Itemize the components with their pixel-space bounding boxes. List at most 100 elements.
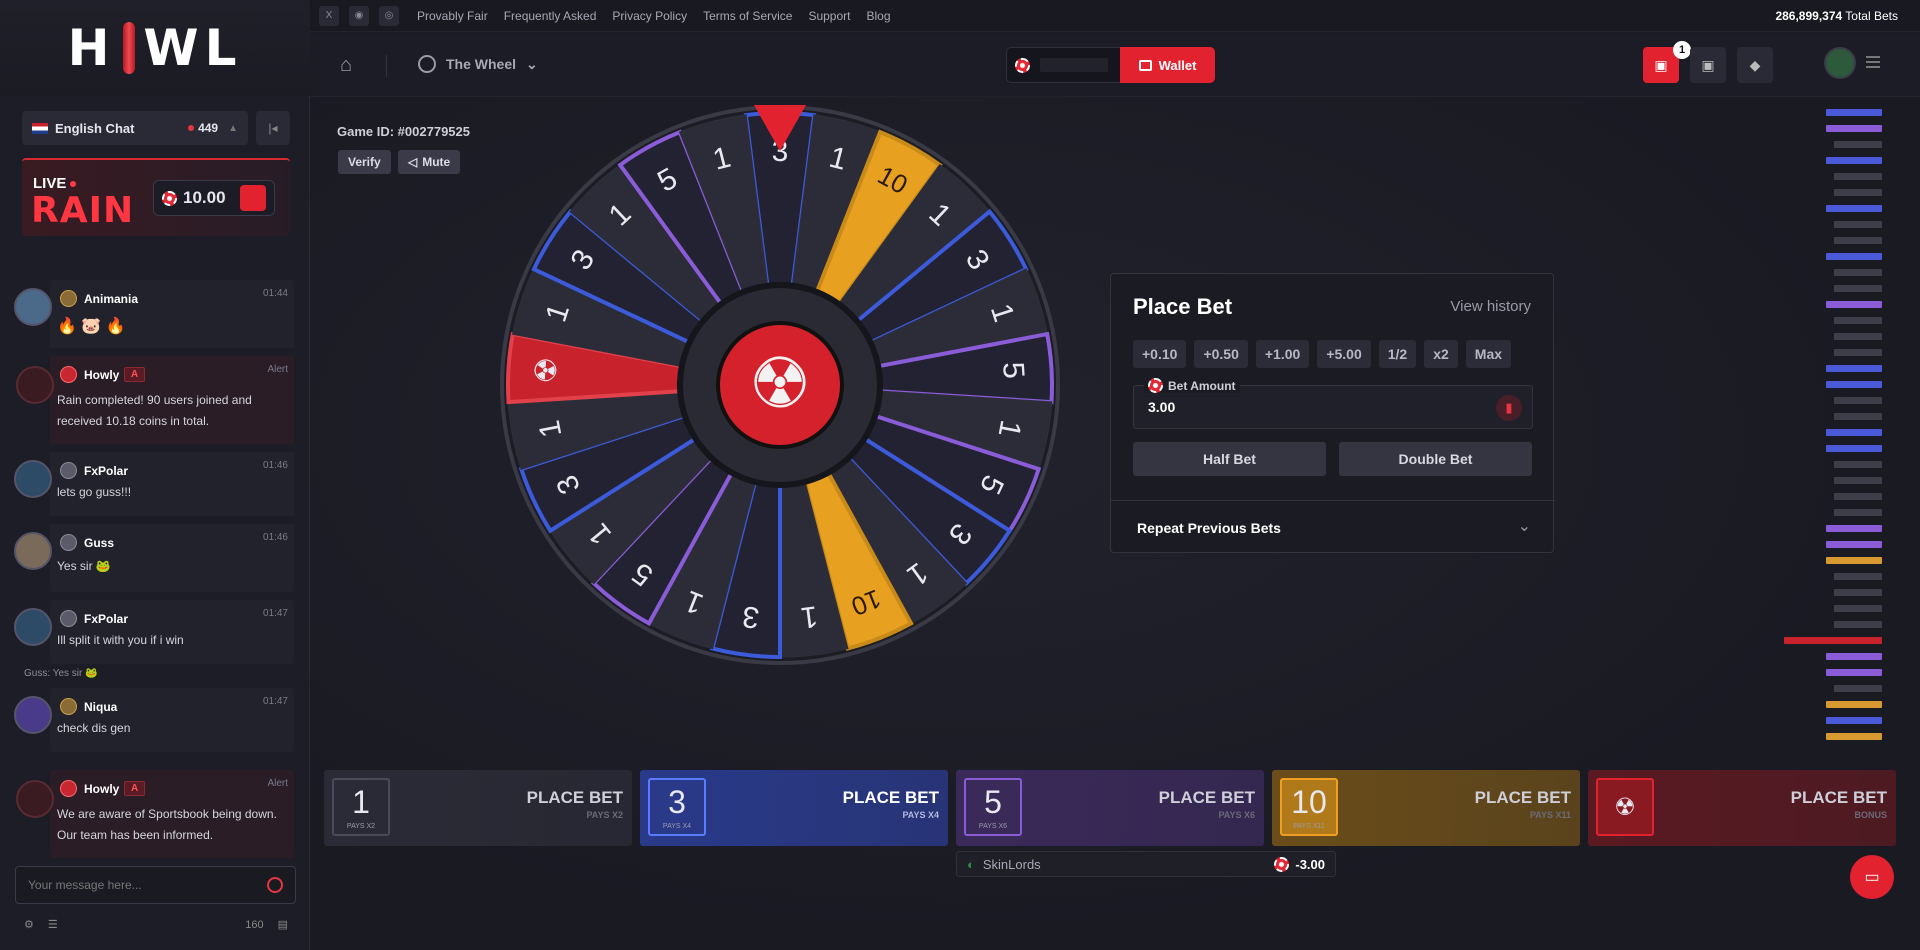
avatar[interactable] — [14, 532, 52, 570]
notifications-button[interactable]: ◆ — [1737, 47, 1773, 83]
history-result-1 — [1834, 141, 1882, 148]
chevron-up-icon: ▲ — [228, 122, 238, 134]
online-count: 449 — [198, 121, 219, 135]
chat-room-select[interactable]: English Chat 449 ▲ — [22, 111, 248, 145]
add-1-00-button[interactable]: +1.00 — [1255, 340, 1310, 368]
username[interactable]: Niqua — [84, 700, 117, 714]
link-support[interactable]: Support — [808, 9, 850, 23]
add-5-00-button[interactable]: +5.00 — [1317, 340, 1371, 368]
logo-text-left: H — [67, 19, 116, 77]
half-button[interactable]: 1/2 — [1378, 340, 1417, 368]
emoji-picker-icon[interactable] — [267, 877, 283, 893]
active-bet-row: ◐ SkinLords -3.00 — [956, 851, 1336, 877]
avatar[interactable] — [14, 696, 52, 734]
place-bet-label: PLACE BET PAYS X2 — [526, 788, 623, 820]
daily-case-button[interactable]: ▣ — [1690, 47, 1726, 83]
username[interactable]: Animania — [84, 292, 138, 306]
bet-amount-field[interactable]: Bet Amount 3.00 ▮ — [1133, 378, 1533, 429]
rules-icon[interactable]: ☰ — [48, 918, 58, 931]
avatar[interactable] — [14, 608, 52, 646]
coin-icon — [1274, 856, 1290, 872]
link-terms[interactable]: Terms of Service — [703, 9, 792, 23]
rank-badge-icon — [60, 780, 77, 797]
howl-logo[interactable]: H WL — [0, 0, 310, 96]
bet-username: SkinLords — [982, 856, 1041, 872]
steam-social-icon[interactable]: ◎ — [379, 5, 399, 26]
panel-divider — [1111, 500, 1555, 501]
username[interactable]: FxPolar — [84, 464, 128, 478]
user-avatar[interactable] — [1824, 47, 1856, 79]
verify-button[interactable]: Verify — [338, 150, 391, 174]
history-result-1 — [1834, 573, 1882, 580]
link-faq[interactable]: Frequently Asked — [504, 9, 597, 23]
bet-option-3[interactable]: 3 PAYS X4 PLACE BET PAYS X4 — [640, 770, 948, 846]
link-privacy[interactable]: Privacy Policy — [612, 9, 687, 23]
history-result-3 — [1826, 157, 1882, 164]
message-card — [50, 280, 294, 348]
history-result-1 — [1834, 685, 1882, 692]
double-button[interactable]: x2 — [1424, 340, 1458, 368]
wallet-button[interactable]: Wallet — [1120, 47, 1215, 83]
link-blog[interactable]: Blog — [866, 9, 890, 23]
bet-option-5[interactable]: 5 PAYS X6 PLACE BET PAYS X6 — [956, 770, 1264, 846]
chat-message-input[interactable]: Your message here... — [15, 866, 296, 904]
add-0-50-button[interactable]: +0.50 — [1194, 340, 1248, 368]
max-button[interactable]: Max — [1465, 340, 1512, 368]
username[interactable]: Guss — [84, 536, 114, 550]
clear-amount-trash-icon[interactable]: ▮ — [1496, 395, 1522, 421]
message-text: Rain completed! 90 users joined and rece… — [57, 393, 252, 428]
x-social-icon[interactable]: X — [319, 5, 339, 26]
history-result-10 — [1826, 733, 1882, 740]
balance-display — [1006, 47, 1122, 83]
avatar[interactable] — [14, 288, 52, 326]
add-0-10-button[interactable]: +0.10 — [1133, 340, 1187, 368]
rank-badge-icon — [60, 366, 77, 383]
half-bet-button[interactable]: Half Bet — [1133, 442, 1326, 476]
settings-gear-icon[interactable]: ⚙ — [24, 918, 34, 931]
message-text: check dis gen — [57, 721, 131, 735]
history-result-1 — [1834, 317, 1882, 324]
timestamp: 01:44 — [262, 288, 288, 299]
mute-button[interactable]: ◁ Mute — [398, 150, 461, 174]
discord-social-icon[interactable]: ◉ — [349, 5, 369, 26]
howly-avatar[interactable] — [16, 366, 54, 404]
wheel-segment-label: ☢ — [530, 356, 565, 385]
bet-option-10[interactable]: 10 PAYS X11 PLACE BET PAYS X11 — [1272, 770, 1580, 846]
chevron-down-icon: ⌄ — [526, 55, 538, 72]
support-chat-button[interactable]: ▭ — [1850, 855, 1894, 899]
history-result-3 — [1826, 109, 1882, 116]
chevron-down-icon[interactable]: ⌄ — [1518, 516, 1531, 536]
username[interactable]: Howly — [84, 782, 119, 796]
double-bet-button[interactable]: Double Bet — [1339, 442, 1532, 476]
live-rain-banner: LIVE RAIN 10.00 — [22, 158, 290, 236]
history-result-5 — [1826, 669, 1882, 676]
timestamp: 01:47 — [262, 696, 288, 707]
repeat-previous-bets[interactable]: Repeat Previous Bets — [1137, 520, 1281, 536]
rain-pot: 10.00 — [153, 180, 275, 216]
hamburger-menu-icon[interactable] — [1866, 56, 1880, 68]
gift-icon: ▣ — [1654, 56, 1668, 73]
bet-option-number: 10 PAYS X11 — [1280, 778, 1338, 836]
bet-options-row: 1 PAYS X2 PLACE BET PAYS X2 3 PAYS X4 PLACE… — [324, 770, 1900, 846]
history-result-1 — [1834, 269, 1882, 276]
history-result-bonus — [1784, 637, 1882, 644]
collapse-chat-button[interactable]: |◂ — [256, 111, 290, 145]
message-text: Yes sir 🐸 — [57, 559, 111, 573]
history-result-1 — [1834, 397, 1882, 404]
rank-badge-icon — [60, 290, 77, 307]
rank-badge-icon — [60, 462, 77, 479]
howly-avatar[interactable] — [16, 780, 54, 818]
username[interactable]: Howly — [84, 368, 119, 382]
avatar[interactable] — [14, 460, 52, 498]
view-history-link[interactable]: View history — [1450, 298, 1531, 315]
rain-join-button[interactable] — [240, 185, 266, 211]
username[interactable]: FxPolar — [84, 612, 128, 626]
game-selector[interactable]: The Wheel ⌄ — [418, 55, 538, 73]
online-dot-icon — [188, 125, 195, 131]
home-icon[interactable]: ⌂ — [340, 54, 352, 77]
bet-option-1[interactable]: 1 PAYS X2 PLACE BET PAYS X2 — [324, 770, 632, 846]
link-provably-fair[interactable]: Provably Fair — [417, 9, 488, 23]
chat-input-placeholder: Your message here... — [28, 878, 142, 892]
bet-option-bonus[interactable]: ☢ PLACE BET BONUS — [1588, 770, 1896, 846]
rewards-button[interactable]: ▣ 1 — [1643, 41, 1691, 83]
